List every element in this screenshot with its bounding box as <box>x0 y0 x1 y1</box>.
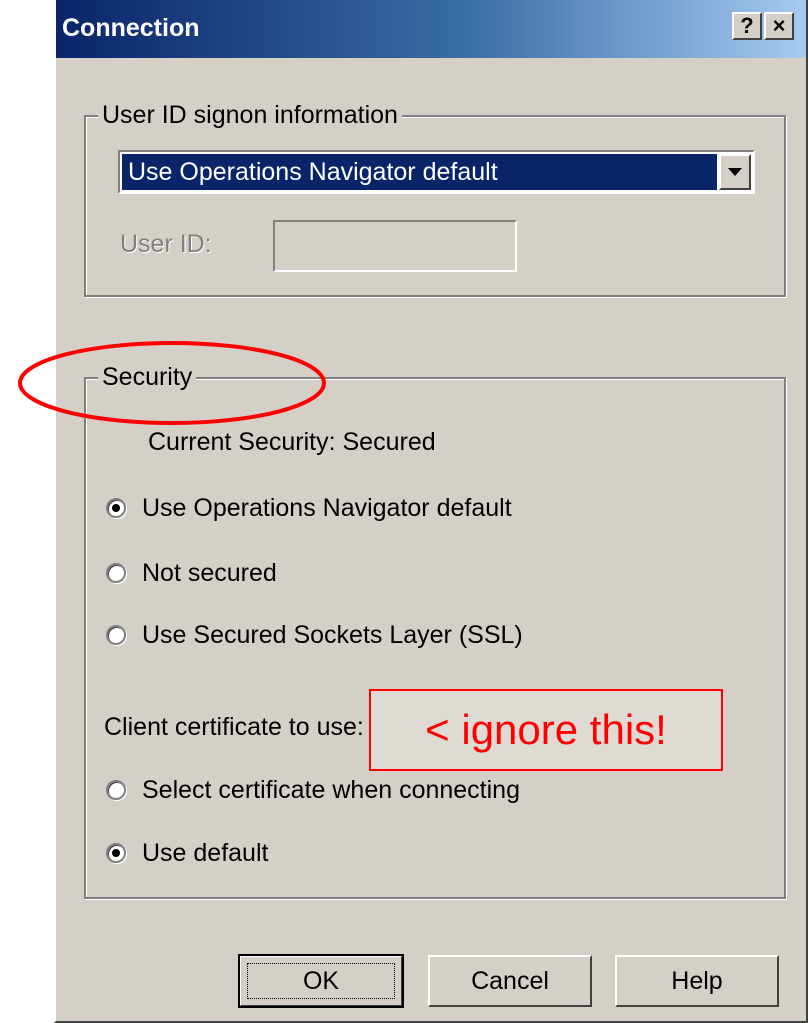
help-button-label: Help <box>671 966 723 995</box>
radio-button[interactable] <box>106 780 126 800</box>
cancel-button[interactable]: Cancel <box>428 955 592 1007</box>
current-security-text: Current Security: Secured <box>148 428 436 456</box>
radio-label: Use Secured Sockets Layer (SSL) <box>142 620 523 649</box>
cancel-button-label: Cancel <box>471 966 549 995</box>
signon-dropdown-value: Use Operations Navigator default <box>122 154 717 190</box>
connection-dialog: Connection ? × User ID signon informatio… <box>54 0 808 1023</box>
radio-not-secured[interactable]: Not secured <box>106 558 277 588</box>
dialog-title: Connection <box>62 14 200 42</box>
ok-button[interactable]: OK <box>238 954 404 1008</box>
radio-use-default-certificate[interactable]: Use default <box>106 838 268 868</box>
radio-label: Use Operations Navigator default <box>142 493 512 522</box>
radio-button[interactable] <box>106 563 126 583</box>
help-button[interactable]: Help <box>615 955 779 1007</box>
security-group-legend: Security <box>98 363 197 392</box>
radio-use-ssl[interactable]: Use Secured Sockets Layer (SSL) <box>106 620 523 650</box>
radio-select-certificate[interactable]: Select certificate when connecting <box>106 775 520 805</box>
radio-button[interactable] <box>106 625 126 645</box>
focus-rect <box>247 963 395 999</box>
signon-group-legend: User ID signon information <box>98 101 402 130</box>
radio-button[interactable] <box>106 498 126 518</box>
radio-button[interactable] <box>106 843 126 863</box>
close-button[interactable]: × <box>764 12 794 40</box>
client-certificate-label: Client certificate to use: <box>104 713 364 741</box>
title-bar[interactable]: Connection ? × <box>56 0 806 58</box>
radio-label: Not secured <box>142 558 277 587</box>
radio-label: Use default <box>142 838 269 867</box>
user-id-field[interactable] <box>273 220 517 272</box>
user-id-label: User ID: <box>120 230 212 258</box>
radio-label: Select certificate when connecting <box>142 775 520 804</box>
annotation-note: < ignore this! <box>369 689 723 771</box>
radio-use-default-security[interactable]: Use Operations Navigator default <box>106 493 512 523</box>
help-title-button[interactable]: ? <box>732 12 762 40</box>
chevron-down-icon[interactable] <box>719 154 751 190</box>
signon-dropdown[interactable]: Use Operations Navigator default <box>118 150 755 194</box>
